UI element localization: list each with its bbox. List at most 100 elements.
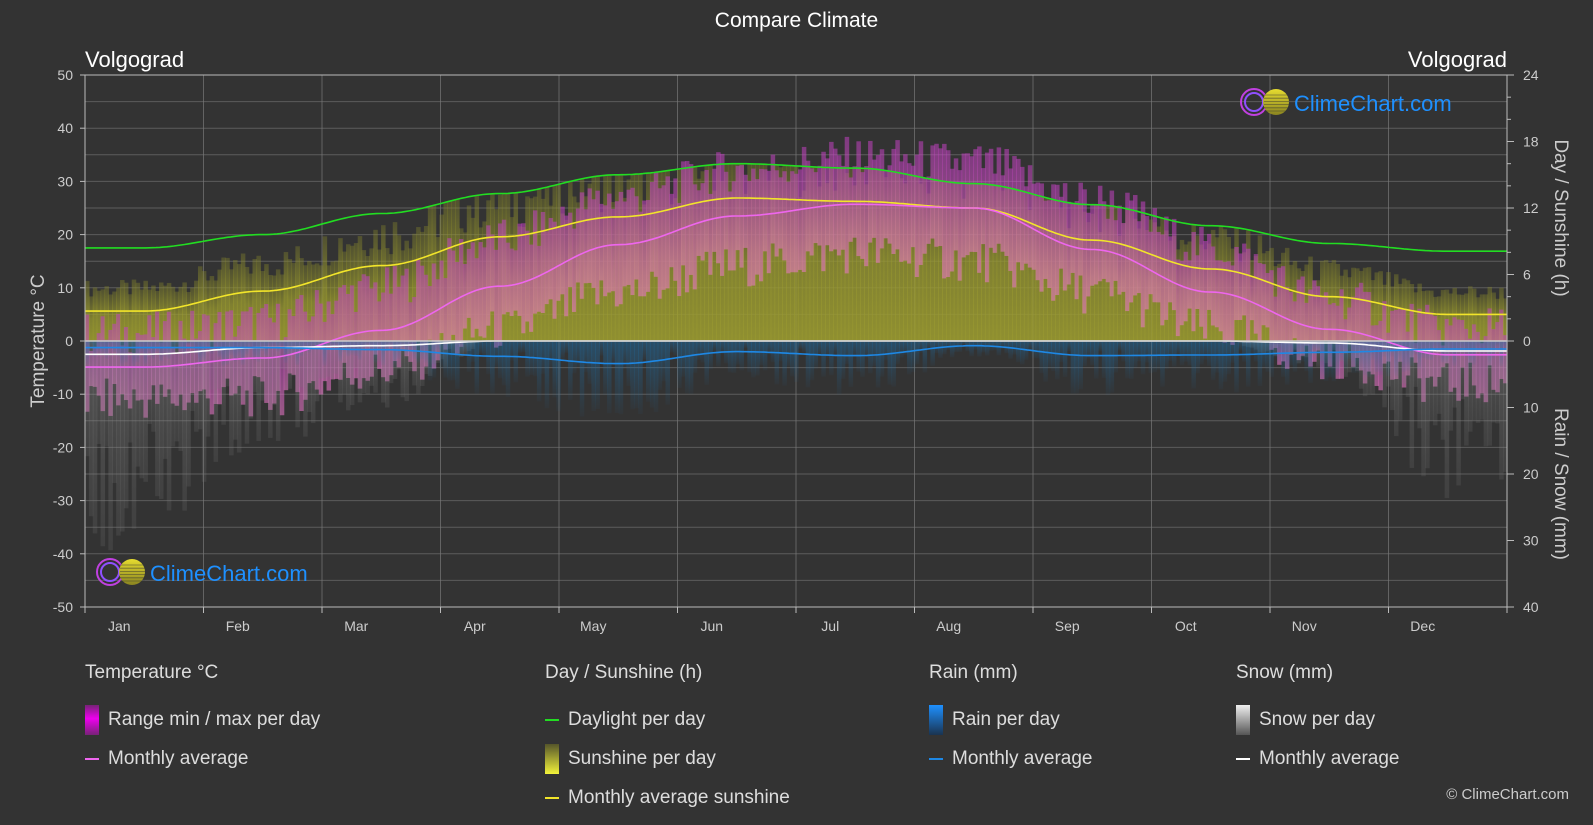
rain-day-bar bbox=[1179, 341, 1185, 366]
temp-range-day-bar bbox=[829, 141, 834, 252]
rain-day-bar bbox=[848, 341, 854, 387]
rain-day-bar bbox=[490, 341, 495, 394]
temp-range-day-bar bbox=[1129, 200, 1134, 303]
sunshine-day-bar bbox=[127, 294, 133, 341]
temp-range-day-bar bbox=[1230, 265, 1235, 345]
rain-day-bar bbox=[1047, 341, 1052, 369]
rain-day-bar bbox=[1214, 341, 1220, 373]
rain-day-bar bbox=[474, 341, 480, 394]
rain-day-bar bbox=[88, 341, 94, 347]
snow-day-bar bbox=[186, 341, 191, 487]
temp-range-day-bar bbox=[536, 245, 542, 312]
temp-range-day-bar bbox=[533, 210, 538, 314]
temp-range-day-bar bbox=[942, 143, 947, 279]
legend-label: Monthly average bbox=[952, 747, 1093, 769]
sunshine-day-bar bbox=[170, 286, 176, 341]
temp-range-day-bar bbox=[653, 172, 659, 277]
rain-day-bar bbox=[1277, 341, 1282, 362]
temp-range-day-bar bbox=[766, 170, 772, 274]
temp-range-day-bar bbox=[875, 155, 881, 263]
temp-range-day-bar bbox=[743, 174, 748, 248]
rain-day-bar bbox=[451, 341, 456, 381]
snow-day-bar bbox=[272, 341, 277, 405]
rain-day-bar bbox=[1409, 341, 1415, 367]
temp-range-day-bar bbox=[1168, 236, 1173, 303]
rain-day-bar bbox=[677, 341, 682, 389]
temp-range-day-bar bbox=[1094, 205, 1099, 285]
temp-range-day-bar bbox=[529, 244, 534, 332]
temp-range-day-bar bbox=[509, 248, 515, 316]
rain-day-bar bbox=[875, 341, 881, 388]
rain-day-bar bbox=[790, 341, 795, 377]
rain-day-bar bbox=[427, 341, 433, 381]
rain-day-bar bbox=[665, 341, 670, 405]
temp-range-day-bar bbox=[797, 169, 803, 270]
rain-day-bar bbox=[871, 341, 877, 367]
rain-day-bar bbox=[1331, 341, 1337, 382]
temp-range-day-bar bbox=[607, 193, 612, 293]
rain-day-bar bbox=[143, 341, 148, 365]
temp-range-day-bar bbox=[1226, 261, 1231, 342]
rain-day-bar bbox=[1440, 341, 1446, 363]
rain-day-bar bbox=[1234, 341, 1239, 393]
rain-day-bar bbox=[240, 341, 246, 365]
rain-day-bar bbox=[513, 341, 519, 383]
legend-label: Daylight per day bbox=[568, 708, 706, 730]
temp-range-day-bar bbox=[782, 171, 787, 261]
temp-range-day-bar bbox=[1257, 263, 1263, 342]
snow-day-bar bbox=[159, 341, 164, 499]
rain-day-bar bbox=[1199, 341, 1204, 365]
temp-range-day-bar bbox=[961, 153, 967, 258]
temp-range-day-bar bbox=[1125, 192, 1130, 312]
rain-day-bar bbox=[404, 341, 409, 355]
rain-day-bar bbox=[178, 341, 183, 353]
temp-range-day-bar bbox=[649, 181, 655, 272]
temp-range-day-bar bbox=[1097, 185, 1103, 282]
rain-day-bar bbox=[762, 341, 768, 371]
sunshine-day-bar bbox=[233, 260, 238, 341]
temp-range-day-bar bbox=[466, 248, 472, 318]
rain-day-bar bbox=[599, 341, 604, 356]
rain-day-bar bbox=[1394, 341, 1399, 376]
rain-day-bar bbox=[486, 341, 491, 375]
temp-range-day-bar bbox=[786, 181, 791, 274]
temp-range-day-bar bbox=[981, 168, 986, 245]
rain-day-bar bbox=[700, 341, 706, 363]
temp-range-day-bar bbox=[1222, 261, 1228, 343]
rain-day-bar bbox=[922, 341, 928, 373]
rain-day-bar bbox=[1242, 341, 1247, 362]
temp-range-day-bar bbox=[1058, 196, 1064, 269]
snow-day-bar bbox=[123, 341, 129, 509]
left-tick-label: 40 bbox=[57, 120, 73, 136]
legend-item-temp-avg: Monthly average bbox=[85, 739, 320, 778]
legend-label: Snow per day bbox=[1259, 708, 1376, 730]
temp-range-day-bar bbox=[938, 148, 943, 247]
temp-range-day-bar bbox=[1039, 183, 1044, 292]
rain-day-bar bbox=[688, 341, 694, 394]
rain-day-bar bbox=[614, 341, 620, 414]
left-tick-label: -40 bbox=[53, 546, 73, 562]
temp-range-day-bar bbox=[470, 242, 476, 338]
rain-day-bar bbox=[844, 341, 850, 364]
rain-day-bar bbox=[1058, 341, 1064, 363]
rain-day-bar bbox=[1210, 341, 1216, 381]
temp-range-day-bar bbox=[482, 247, 487, 338]
temp-range-day-bar bbox=[895, 140, 900, 250]
sunshine-day-bar bbox=[1479, 294, 1485, 341]
temp-range-day-bar bbox=[1242, 243, 1247, 316]
temp-range-day-bar bbox=[712, 168, 717, 252]
rain-day-bar bbox=[755, 341, 760, 376]
watermark-text: ClimeChart.com bbox=[150, 561, 308, 586]
rain-day-bar bbox=[805, 341, 811, 388]
rain-day-bar bbox=[914, 341, 920, 365]
legend-label: Monthly average bbox=[1259, 747, 1400, 769]
rain-day-bar bbox=[1090, 341, 1095, 366]
rain-day-bar bbox=[591, 341, 596, 412]
legend-sunshine: Day / Sunshine (h) Daylight per day Suns… bbox=[545, 662, 790, 817]
rain-day-bar bbox=[1148, 341, 1154, 374]
rain-day-bar bbox=[782, 341, 787, 386]
rain-day-bar bbox=[1269, 341, 1274, 378]
legend-item-sunshine: Sunshine per day bbox=[545, 739, 790, 778]
temp-range-day-bar bbox=[1261, 264, 1267, 326]
temp-range-day-bar bbox=[996, 147, 1002, 244]
